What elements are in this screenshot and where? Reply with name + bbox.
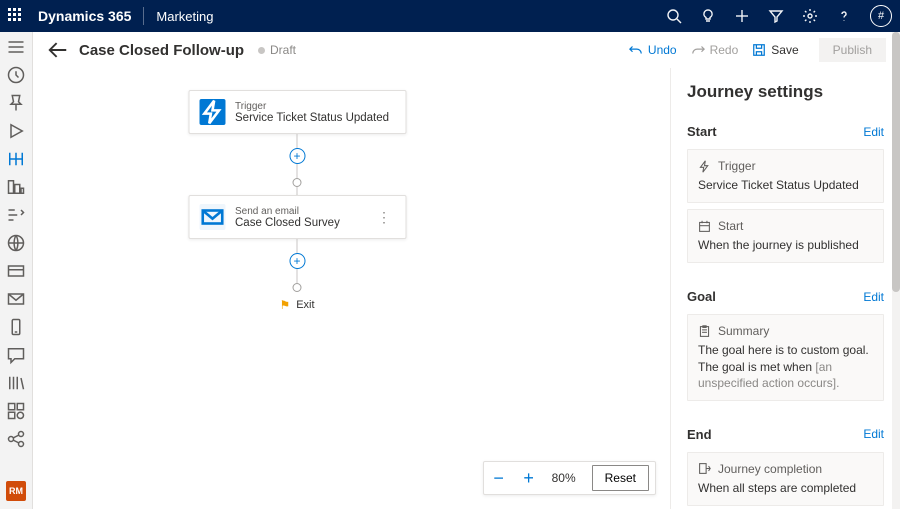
nav-play-icon[interactable] (6, 122, 26, 140)
node-value: Service Ticket Status Updated (235, 112, 389, 124)
connector-line (297, 269, 298, 283)
flag-icon: ⚑ (279, 298, 290, 312)
gear-icon[interactable] (802, 8, 818, 24)
connector-line (297, 164, 298, 178)
undo-button[interactable]: Undo (629, 43, 677, 57)
nav-recent-icon[interactable] (6, 66, 26, 84)
section-start: StartEdit Trigger Service Ticket Status … (687, 124, 884, 263)
command-bar: Case Closed Follow-up Draft Undo Redo Sa… (33, 32, 900, 68)
nav-flow-icon[interactable] (6, 206, 26, 224)
lightbulb-icon[interactable] (700, 8, 716, 24)
connector-line (297, 134, 298, 148)
global-topbar: Dynamics 365 Marketing # (0, 0, 900, 32)
brand-name: Dynamics 365 (38, 8, 131, 24)
nav-segments-icon[interactable] (6, 178, 26, 196)
nav-share-icon[interactable] (6, 430, 26, 448)
nav-library-icon[interactable] (6, 374, 26, 392)
connector-dot (293, 283, 302, 292)
nav-menu-icon[interactable] (6, 38, 26, 56)
nav-globe-icon[interactable] (6, 234, 26, 252)
nav-assets-icon[interactable] (6, 402, 26, 420)
node-value: Case Closed Survey (235, 217, 340, 229)
topbar-divider (143, 7, 144, 25)
zoom-controls: − + 80% Reset (483, 461, 656, 495)
panel-title: Journey settings (687, 82, 884, 102)
journey-canvas[interactable]: Trigger Service Ticket Status Updated + … (33, 68, 670, 509)
nav-mail-icon[interactable] (6, 290, 26, 308)
search-icon[interactable] (666, 8, 682, 24)
add-step-button[interactable]: + (289, 253, 305, 269)
edit-end-link[interactable]: Edit (863, 427, 884, 441)
connector-line (297, 239, 298, 253)
add-step-button[interactable]: + (289, 148, 305, 164)
page-title: Case Closed Follow-up (79, 42, 244, 59)
zoom-reset-button[interactable]: Reset (592, 465, 649, 491)
zoom-level: 80% (544, 471, 584, 485)
filter-icon[interactable] (768, 8, 784, 24)
back-button[interactable] (47, 39, 69, 61)
node-more-icon[interactable]: ⋮ (373, 209, 395, 226)
user-badge[interactable]: RM (6, 481, 26, 501)
app-launcher-icon[interactable] (8, 8, 24, 24)
clipboard-icon (698, 325, 711, 338)
node-label: Send an email (235, 206, 340, 217)
mail-icon (199, 204, 225, 230)
nav-chat-icon[interactable] (6, 346, 26, 364)
exit-icon (698, 462, 711, 475)
status-badge: Draft (258, 43, 296, 57)
save-button[interactable]: Save (752, 43, 798, 57)
add-icon[interactable] (734, 8, 750, 24)
scrollbar[interactable] (892, 32, 900, 509)
trigger-node[interactable]: Trigger Service Ticket Status Updated (188, 90, 406, 134)
card-end-completion[interactable]: Journey completion When all steps are co… (687, 452, 884, 506)
redo-button: Redo (691, 43, 739, 57)
card-start[interactable]: Start When the journey is published (687, 209, 884, 263)
settings-panel: Journey settings StartEdit Trigger Servi… (670, 68, 900, 509)
goal-summary-text: The goal here is to custom goal. The goa… (698, 342, 873, 391)
section-goal: GoalEdit Summary The goal here is to cus… (687, 289, 884, 401)
lightning-icon (199, 99, 225, 125)
help-icon[interactable] (836, 8, 852, 24)
node-label: Trigger (235, 101, 389, 112)
connector-dot (293, 178, 302, 187)
side-rail: RM (0, 32, 33, 509)
area-name[interactable]: Marketing (156, 9, 213, 24)
section-end: EndEdit Journey completion When all step… (687, 427, 884, 506)
lightning-icon (698, 160, 711, 173)
zoom-out-button[interactable]: − (484, 462, 514, 494)
edit-goal-link[interactable]: Edit (863, 290, 884, 304)
nav-mobile-icon[interactable] (6, 318, 26, 336)
nav-pinned-icon[interactable] (6, 94, 26, 112)
nav-card-icon[interactable] (6, 262, 26, 280)
publish-button: Publish (819, 38, 886, 62)
avatar[interactable]: # (870, 5, 892, 27)
email-node[interactable]: Send an email Case Closed Survey ⋮ (188, 195, 406, 239)
exit-node[interactable]: ⚑Exit (279, 298, 314, 312)
edit-start-link[interactable]: Edit (863, 125, 884, 139)
connector-line (297, 187, 298, 195)
nav-journeys-icon[interactable] (6, 150, 26, 168)
card-goal-summary[interactable]: Summary The goal here is to custom goal.… (687, 314, 884, 401)
card-trigger[interactable]: Trigger Service Ticket Status Updated (687, 149, 884, 203)
calendar-icon (698, 220, 711, 233)
zoom-in-button[interactable]: + (514, 462, 544, 494)
